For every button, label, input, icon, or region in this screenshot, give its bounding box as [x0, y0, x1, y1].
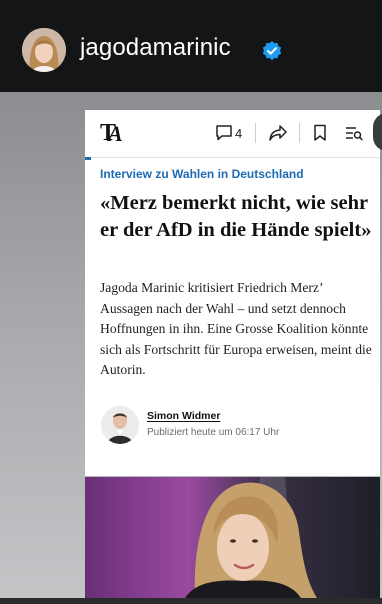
bookmark-icon[interactable]	[313, 124, 327, 142]
author-avatar[interactable]	[101, 406, 139, 444]
verified-badge-icon	[262, 41, 282, 61]
comment-count[interactable]: 4	[235, 126, 242, 141]
article-kicker[interactable]: Interview zu Wahlen in Deutschland	[100, 167, 304, 181]
story-bottom-bar	[0, 598, 382, 604]
toolbar-divider	[299, 123, 300, 143]
accent-line	[85, 157, 91, 160]
article-headline[interactable]: «Merz bemerkt nicht, wie sehr er der AfD…	[100, 190, 372, 244]
article-toolbar: T A 4	[85, 110, 380, 158]
story-header: jagodamarinic	[0, 0, 382, 92]
article-photo	[85, 477, 380, 598]
publication-logo: T A	[100, 119, 126, 152]
svg-text:A: A	[106, 121, 122, 145]
profile-avatar[interactable]	[22, 28, 66, 72]
username[interactable]: jagodamarinic	[80, 34, 231, 62]
article-card[interactable]: T A 4 Interview zu Wahlen in Deutschland…	[85, 110, 380, 476]
comment-icon[interactable]	[215, 124, 233, 142]
share-icon[interactable]	[268, 124, 288, 142]
publish-date: Publiziert heute um 06:17 Uhr	[147, 427, 280, 438]
reading-list-icon[interactable]	[344, 124, 364, 142]
toolbar-divider	[255, 123, 256, 143]
author-name[interactable]: Simon Widmer	[147, 410, 220, 422]
article-lead: Jagoda Marinic kritisiert Friedrich Merz…	[100, 280, 372, 377]
